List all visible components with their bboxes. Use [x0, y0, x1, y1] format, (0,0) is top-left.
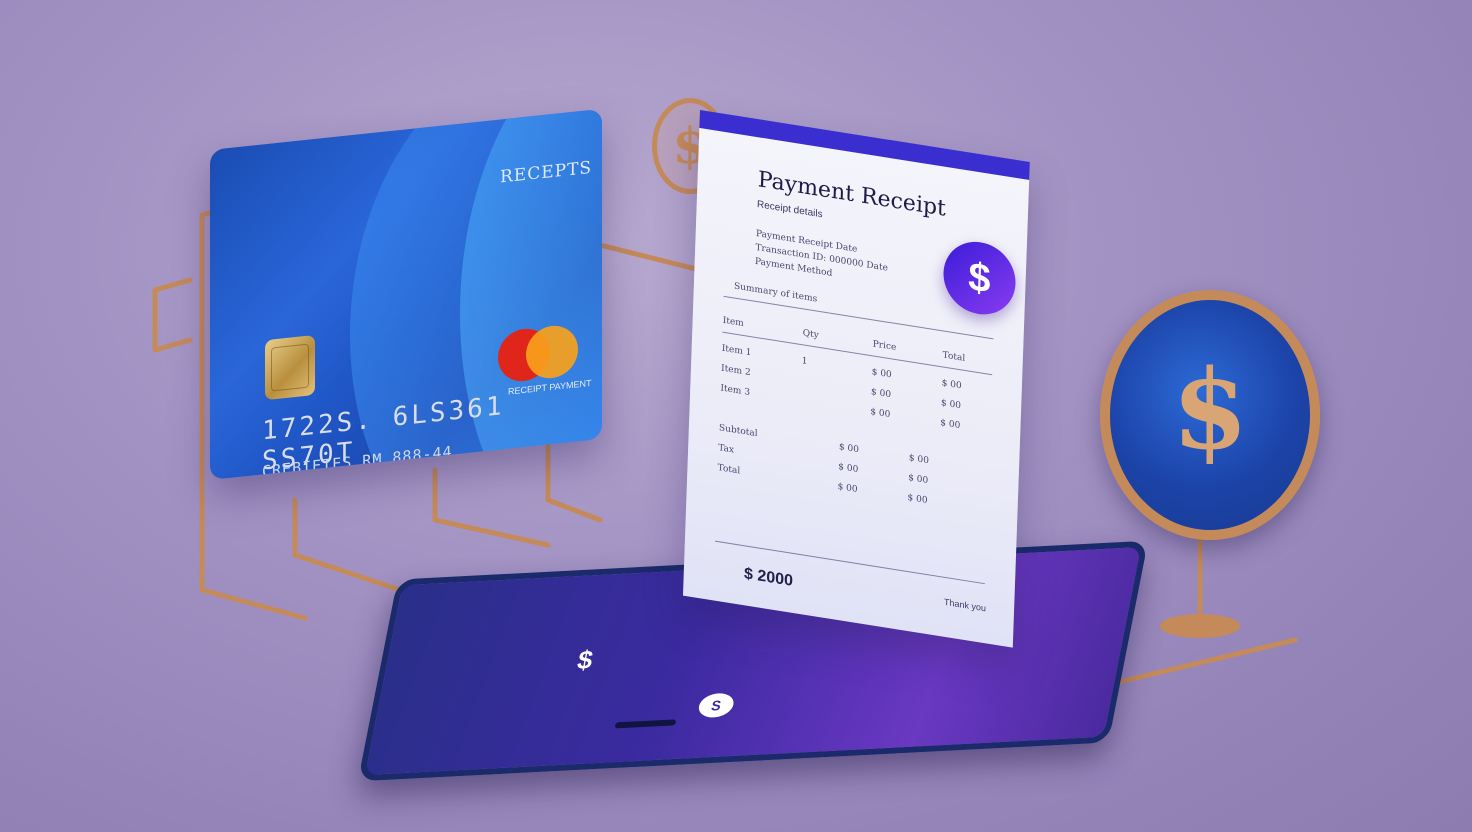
- row-item: Item 2: [720, 363, 751, 379]
- payment-receipt: Payment Receipt Receipt details Payment …: [682, 110, 1030, 648]
- row-price: $ 00: [870, 387, 892, 401]
- column-header: Total: [942, 350, 966, 364]
- row-total: $ 00: [908, 473, 929, 487]
- row-item: Total: [717, 463, 741, 477]
- row-total: $ 00: [908, 453, 930, 467]
- row-item: Tax: [718, 443, 735, 456]
- row-price: $ 00: [838, 442, 860, 456]
- dollar-badge-icon: $: [942, 236, 1017, 320]
- row-total: $ 00: [940, 398, 962, 412]
- row-total: $ 00: [907, 492, 928, 507]
- chip-icon: [265, 334, 315, 401]
- row-price: $ 00: [870, 407, 891, 421]
- sign-base: [1160, 614, 1240, 638]
- app-badge-icon: S: [696, 692, 736, 719]
- row-qty: 1: [801, 356, 808, 368]
- row-total: $ 00: [940, 418, 961, 432]
- row-item: Item 3: [720, 383, 751, 399]
- column-header: Qty: [802, 328, 819, 341]
- row-price: $ 00: [837, 481, 858, 496]
- row-total: $ 00: [941, 378, 962, 392]
- row-price: $ 00: [838, 462, 859, 476]
- receipt-section-label: Summary of items: [733, 281, 818, 305]
- divider: [723, 295, 994, 340]
- receipt-subtitle: Receipt details: [756, 199, 823, 221]
- row-item: Item 1: [721, 343, 752, 359]
- phone-port: [614, 719, 677, 729]
- dollar-icon: $: [574, 644, 596, 676]
- receipt-total: $ 2000: [743, 565, 794, 590]
- payment-scene: RECEPTS 1722S. 6LS361 SS70T CREBIETES RM…: [0, 0, 1472, 832]
- credit-card: RECEPTS 1722S. 6LS361 SS70T CREBIETES RM…: [210, 108, 602, 481]
- column-header: Price: [872, 339, 897, 354]
- row-price: $ 00: [871, 367, 892, 381]
- dollar-sign-stand: $: [1100, 290, 1320, 540]
- receipt-footer: Thank you: [943, 596, 987, 614]
- column-header: Item: [722, 315, 744, 330]
- dollar-icon: $: [1171, 345, 1249, 474]
- row-item: Subtotal: [718, 423, 758, 440]
